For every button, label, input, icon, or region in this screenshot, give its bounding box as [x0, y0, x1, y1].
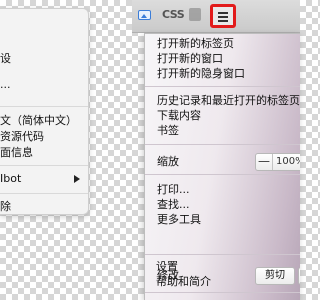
menu-item-new-incognito-window[interactable]: 打开新的隐身窗口 [157, 66, 245, 82]
zoom-control: — 100% [255, 153, 300, 171]
menu-item-find[interactable]: 查找... [157, 197, 190, 213]
menu-separator [0, 106, 88, 107]
chrome-menu-button[interactable] [210, 4, 236, 28]
menu-separator [145, 254, 300, 255]
menu-separator [145, 174, 300, 175]
menu-item-new-window[interactable]: 打开新的窗口 [157, 51, 223, 67]
menu-item-zoom-label: 缩放 [157, 155, 179, 168]
menu-item-help[interactable]: 帮助和简介 [156, 274, 211, 290]
context-menu: 设 ... 文（简体中文） 资源代码 面信息 Ibot 除 [0, 8, 89, 215]
context-menu-item[interactable]: ... [0, 77, 11, 93]
hamburger-bar [218, 20, 228, 22]
submenu-arrow-icon [74, 175, 80, 183]
context-menu-item[interactable]: 资源代码 [0, 129, 44, 145]
browser-toolbar: CSS [132, 0, 300, 33]
css-extension-button[interactable]: CSS [162, 8, 185, 21]
menu-item-print[interactable]: 打印... [157, 182, 190, 198]
context-menu-item[interactable]: 面信息 [0, 145, 33, 161]
context-menu-item[interactable]: 设 [0, 51, 11, 67]
image-icon[interactable] [138, 10, 151, 20]
context-menu-item[interactable]: 除 [0, 199, 11, 214]
menu-item-history[interactable]: 历史记录和最近打开的标签页 [157, 93, 300, 109]
zoom-level-value: 100% [276, 156, 300, 167]
menu-item-new-tab[interactable]: 打开新的标签页 [157, 36, 234, 52]
context-menu-item[interactable]: 文（简体中文） [0, 113, 77, 129]
menu-separator [0, 165, 88, 166]
puzzle-icon[interactable] [189, 8, 201, 21]
menu-item-bookmarks[interactable]: 书签 [157, 123, 179, 139]
copy-button[interactable] [298, 267, 300, 285]
hamburger-bar [218, 16, 228, 18]
menu-item-downloads[interactable]: 下载内容 [157, 108, 201, 124]
menu-item-more-tools[interactable]: 更多工具 [157, 212, 201, 228]
menu-separator [145, 292, 300, 293]
menu-item-settings[interactable]: 设置 [156, 259, 178, 275]
hamburger-menu-icon [218, 12, 228, 14]
menu-separator [0, 193, 88, 194]
menu-separator [145, 144, 300, 145]
zoom-out-button[interactable]: — [256, 154, 273, 170]
cut-button[interactable]: 剪切 [255, 267, 295, 285]
context-menu-item-submenu[interactable]: Ibot [0, 171, 21, 187]
menu-separator [145, 86, 300, 87]
